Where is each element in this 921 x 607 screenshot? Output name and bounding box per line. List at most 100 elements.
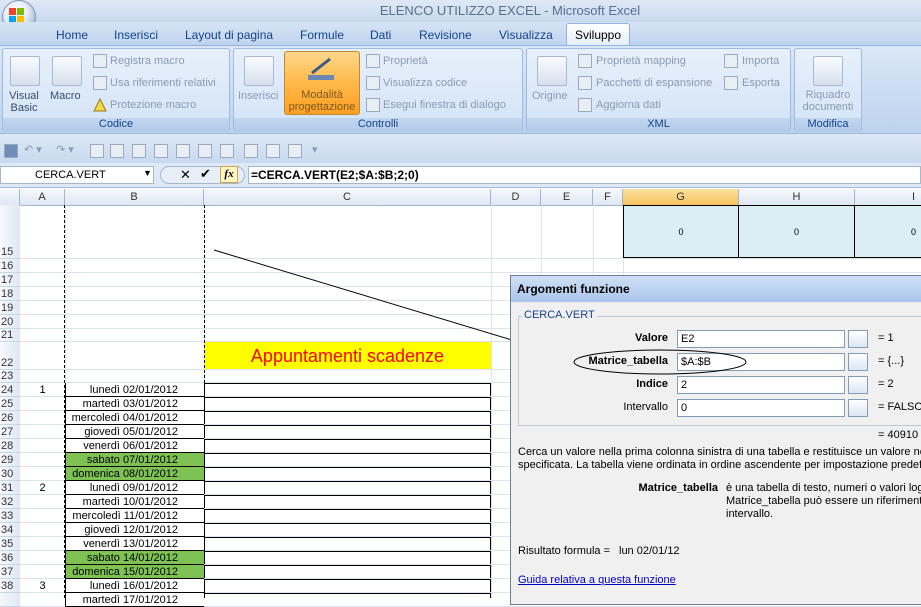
collapse-dialog-icon[interactable] (848, 399, 868, 417)
arg-input-matrice[interactable]: $A:$B (677, 353, 845, 371)
name-box-dropdown-icon[interactable]: ▼ (143, 168, 152, 178)
confirm-icon[interactable]: ✔ (200, 166, 211, 182)
select-all-corner[interactable] (0, 189, 20, 205)
row-header[interactable]: 38 (0, 579, 20, 593)
tab-sviluppo[interactable]: Sviluppo (566, 23, 631, 46)
row-header[interactable]: 21 (0, 329, 20, 342)
row-header[interactable]: 19 (0, 301, 20, 315)
row-header[interactable]: 32 (0, 495, 20, 509)
row-header[interactable]: 33 (0, 509, 20, 523)
protezione-macro-button[interactable]: Protezione macro (110, 99, 196, 111)
row-header[interactable]: 36 (0, 551, 20, 565)
formula-input[interactable]: =CERCA.VERT(E2;$A:$B;2;0) (248, 166, 921, 184)
column-header-a[interactable]: A (20, 189, 65, 205)
toolbar-icon-9[interactable] (266, 144, 280, 158)
esporta-button[interactable]: Esporta (742, 77, 780, 89)
registra-macro-button[interactable]: Registra macro (110, 55, 185, 67)
toolbar-icon-1[interactable] (90, 144, 104, 158)
cell-a[interactable] (20, 397, 65, 411)
appointments-column[interactable] (204, 383, 491, 598)
cell-i15[interactable]: 0 (855, 205, 921, 258)
row-header[interactable]: 26 (0, 411, 20, 425)
column-header-g[interactable]: G (623, 189, 739, 205)
cell-a[interactable] (20, 593, 65, 607)
macro-button[interactable]: Macro (50, 90, 81, 102)
row-header[interactable]: 20 (0, 315, 20, 329)
cell-a[interactable]: 2 (20, 481, 65, 495)
row-header[interactable]: 22 (0, 342, 20, 370)
tab-formule[interactable]: Formule (300, 26, 344, 44)
redo-icon[interactable]: ↷ ▾ (56, 143, 74, 156)
tab-dati[interactable]: Dati (370, 26, 391, 44)
cell-a[interactable] (20, 551, 65, 565)
importa-button[interactable]: Importa (742, 55, 779, 67)
undo-icon[interactable]: ↶ ▾ (24, 143, 42, 156)
toolbar-icon-3[interactable] (132, 144, 146, 158)
cell-a[interactable] (20, 509, 65, 523)
row-header[interactable]: 29 (0, 453, 20, 467)
cell-a[interactable] (20, 411, 65, 425)
sheet-title-cell[interactable]: Appuntamenti scadenze (204, 342, 491, 370)
arg-input-intervallo[interactable]: 0 (677, 399, 845, 417)
row-header[interactable]: 31 (0, 481, 20, 495)
toolbar-icon-8[interactable] (244, 144, 258, 158)
toolbar-icon-4[interactable] (154, 144, 168, 158)
pacchetti-espansione-button[interactable]: Pacchetti di espansione (596, 77, 712, 89)
collapse-dialog-icon[interactable] (848, 376, 868, 394)
column-header-d[interactable]: D (491, 189, 541, 205)
toolbar-icon-7[interactable] (220, 144, 234, 158)
row-header[interactable]: 27 (0, 425, 20, 439)
cell-a[interactable]: 3 (20, 579, 65, 593)
esegui-finestra-button[interactable]: Esegui finestra di dialogo (383, 99, 506, 111)
insert-function-icon[interactable]: fx (220, 166, 238, 183)
tab-revisione[interactable]: Revisione (419, 26, 472, 44)
cell-h15[interactable]: 0 (739, 205, 855, 258)
tab-layout[interactable]: Layout di pagina (185, 26, 273, 44)
tab-inserisci[interactable]: Inserisci (114, 26, 158, 44)
row-header[interactable]: 25 (0, 397, 20, 411)
cell-g15[interactable]: 0 (623, 205, 739, 258)
row-header[interactable]: 24 (0, 383, 20, 397)
visual-basic-button[interactable]: Visual Basic (4, 90, 44, 114)
visualizza-codice-button[interactable]: Visualizza codice (383, 77, 467, 89)
save-icon[interactable] (4, 144, 18, 158)
toolbar-icon-5[interactable] (176, 144, 190, 158)
column-header-h[interactable]: H (739, 189, 855, 205)
row-header[interactable]: 16 (0, 259, 20, 273)
toolbar-icon-6[interactable] (198, 144, 212, 158)
column-header-c[interactable]: C (204, 189, 491, 205)
dialog-title[interactable]: Argomenti funzione (511, 276, 921, 302)
cell-a[interactable] (20, 523, 65, 537)
aggiorna-dati-button[interactable]: Aggiorna dati (596, 99, 661, 111)
cell-a[interactable] (20, 565, 65, 579)
arg-input-indice[interactable]: 2 (677, 376, 845, 394)
cell-a[interactable] (20, 495, 65, 509)
customize-qat-icon[interactable]: ▾ (312, 143, 318, 156)
row-header[interactable] (0, 593, 20, 607)
riquadro-label-1[interactable]: Riquadro (794, 89, 862, 101)
row-header[interactable]: 18 (0, 287, 20, 301)
cell-a[interactable] (20, 537, 65, 551)
column-header-e[interactable]: E (541, 189, 593, 205)
cell-a[interactable] (20, 425, 65, 439)
row-header[interactable]: 15 (0, 205, 20, 259)
tab-visualizza[interactable]: Visualizza (499, 26, 553, 44)
column-header-i[interactable]: I (855, 189, 921, 205)
riquadro-label-2[interactable]: documenti (794, 101, 862, 113)
cell-a[interactable] (20, 453, 65, 467)
row-header[interactable]: 30 (0, 467, 20, 481)
row-header[interactable]: 34 (0, 523, 20, 537)
origine-button[interactable]: Origine (532, 90, 567, 102)
cell-a[interactable]: 1 (20, 383, 65, 397)
column-header-b[interactable]: B (65, 189, 204, 205)
column-header-f[interactable]: F (593, 189, 623, 205)
row-header[interactable]: 23 (0, 370, 20, 383)
row-header[interactable]: 37 (0, 565, 20, 579)
name-box[interactable]: CERCA.VERT (0, 166, 154, 184)
cell-a[interactable] (20, 439, 65, 453)
collapse-dialog-icon[interactable] (848, 353, 868, 371)
cancel-icon[interactable]: ✕ (180, 167, 191, 183)
proprieta-button[interactable]: Proprietà (383, 55, 428, 67)
row-header[interactable]: 35 (0, 537, 20, 551)
help-link[interactable]: Guida relativa a questa funzione (518, 574, 676, 587)
